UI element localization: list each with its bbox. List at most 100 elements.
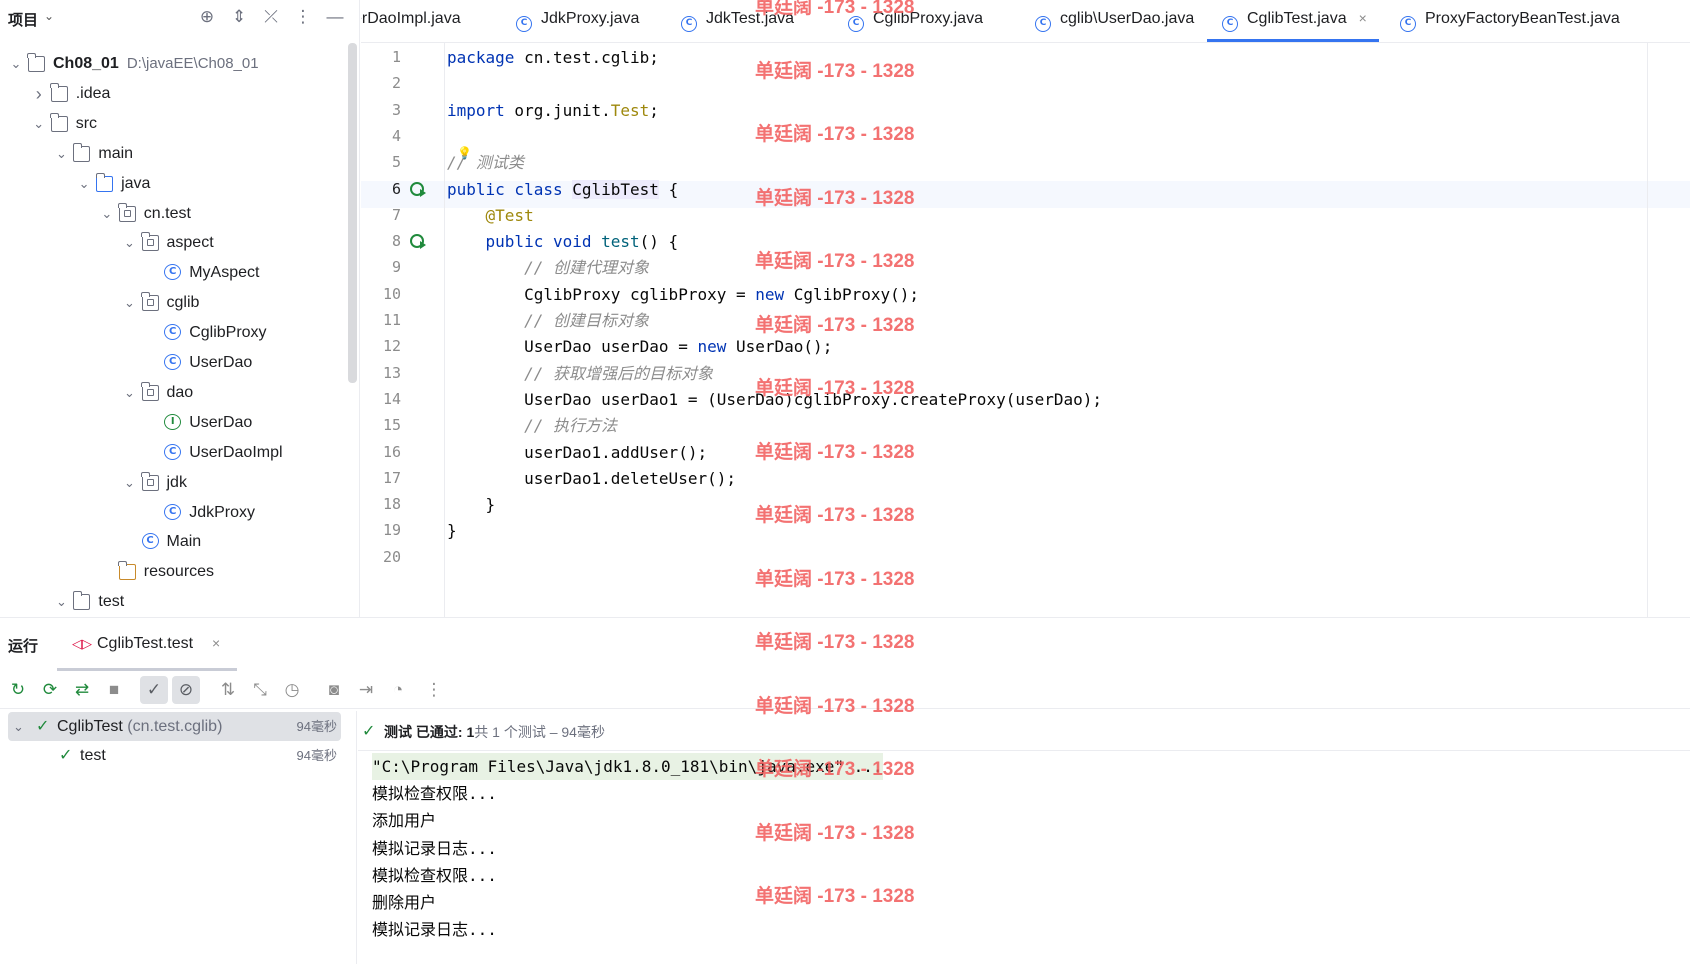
code-line: UserDao userDao1 = (UserDao)cglibProxy.c…	[447, 386, 1102, 413]
screenshot-icon[interactable]: ◙	[320, 676, 348, 704]
chevron-down-icon[interactable]: ⌄	[54, 139, 68, 169]
chevron-down-icon[interactable]: ⌄	[32, 109, 46, 139]
test-result-row[interactable]: ✓ test 94毫秒	[8, 741, 341, 770]
code-token: UserDao userDao =	[447, 337, 698, 357]
tree-item-label: cn.test	[144, 199, 191, 229]
stop-icon[interactable]: ■	[100, 676, 128, 704]
tree-scrollbar[interactable]	[348, 43, 357, 383]
lightbulb-icon[interactable]: 💡	[457, 146, 472, 160]
tree-item[interactable]: › .idea	[0, 79, 348, 109]
tree-item[interactable]: ⌄ test	[0, 587, 348, 617]
tree-item[interactable]: C JdkProxy	[0, 498, 348, 528]
run-test-icon[interactable]	[409, 232, 427, 250]
test-package: (cn.test.cglib)	[127, 718, 223, 735]
chevron-down-icon[interactable]: ⌄	[123, 468, 137, 498]
code-token: }	[447, 521, 457, 541]
editor-tab[interactable]: erDaoImpl.java	[361, 0, 483, 42]
tree-item-label: Ch08_01 D:\javaEE\Ch08_01	[53, 49, 259, 79]
show-passed-icon[interactable]: ✓	[140, 676, 168, 704]
tree-item[interactable]: ⌄ cglib	[0, 288, 348, 318]
tree-item[interactable]: ⌄ cn.test	[0, 199, 348, 229]
tree-item[interactable]: ⌄ src	[0, 109, 348, 139]
export-icon[interactable]: ⇥	[352, 676, 380, 704]
tree-item[interactable]: C CglibProxy	[0, 318, 348, 348]
test-result-row[interactable]: ⌄ ✓ CglibTest (cn.test.cglib) 94毫秒	[8, 712, 341, 741]
tree-item-name: .idea	[75, 84, 111, 102]
run-title[interactable]: 运行	[8, 635, 38, 656]
chevron-down-icon[interactable]: ⌄	[54, 587, 68, 617]
run-tab[interactable]: ◁▷ CglibTest.test ×	[57, 618, 237, 671]
chevron-down-icon[interactable]: ⌄	[13, 712, 24, 741]
editor-tab[interactable]: C ProxyFactoryBeanTest.java	[1385, 0, 1625, 42]
tree-item-name: test	[98, 593, 125, 611]
tree-item[interactable]: I UserDao	[0, 408, 348, 438]
rerun-icon[interactable]: ↻	[4, 676, 32, 704]
code-line: UserDao userDao = new UserDao();	[447, 333, 832, 360]
code-token: UserDao userDao1 = (UserDao)cglibProxy.c…	[447, 389, 1103, 409]
project-title[interactable]: 项目	[8, 9, 38, 30]
package-icon	[140, 381, 159, 401]
editor-tab[interactable]: C JdkProxy.java	[501, 0, 641, 42]
editor-tab[interactable]: C CglibTest.java ×	[1207, 0, 1379, 42]
collapse-all-icon[interactable]: ⤫	[260, 6, 282, 28]
editor-tab[interactable]: C JdkTest.java	[666, 0, 816, 42]
chevron-down-icon[interactable]: ⌄	[77, 169, 91, 199]
hide-panel-icon[interactable]: —	[324, 6, 346, 28]
line-number: 6	[391, 179, 401, 198]
tree-item[interactable]: C UserDao	[0, 348, 348, 378]
code-token: userDao1.deleteUser();	[447, 468, 736, 488]
chevron-down-icon[interactable]: ⌄	[123, 228, 137, 258]
package-icon	[140, 232, 159, 252]
run-panel: 运行 ◁▷ CglibTest.test × ↻ ⟳ ⇄ ■ ✓ ⊘ ⇅ ⤡ ◷ ◙ ⇥ ◔ ⋮ ⌄ ✓ C…	[0, 617, 1690, 964]
tree-item[interactable]: ⌄ jdk	[0, 468, 348, 498]
tree-item[interactable]: ⌄ Ch08_01 D:\javaEE\Ch08_01	[0, 49, 348, 79]
collapse-icon[interactable]: ⤡	[246, 676, 274, 704]
chevron-down-icon[interactable]: ⌄	[44, 9, 54, 23]
tree-item[interactable]: C UserDaoImpl	[0, 438, 348, 468]
chevron-down-icon[interactable]: ⌄	[123, 288, 137, 318]
chevron-down-icon[interactable]: ⌄	[123, 378, 137, 408]
tree-item[interactable]: resources	[0, 557, 348, 587]
line-number: 17	[382, 468, 401, 487]
chevron-down-icon[interactable]: ⌄	[100, 199, 114, 229]
editor-tab[interactable]: Ccglib\UserDao.java	[1020, 0, 1194, 42]
tree-item-name: dao	[166, 383, 194, 401]
tree-item[interactable]: C MyAspect	[0, 258, 348, 288]
package-icon	[140, 292, 159, 312]
locate-icon[interactable]: ⊕	[196, 6, 218, 28]
tree-item-name: main	[98, 144, 134, 162]
tree-item-label: Main	[167, 527, 202, 557]
code-token: org.junit.	[504, 100, 611, 120]
tree-item[interactable]: ⌄ main	[0, 139, 348, 169]
tree-item[interactable]: ⌄ java	[0, 169, 348, 199]
editor-tab[interactable]: C CglibProxy.java	[833, 0, 993, 42]
sort-icon[interactable]: ⇅	[214, 676, 242, 704]
check-icon: ✓	[36, 718, 50, 735]
close-icon[interactable]: ×	[212, 635, 220, 651]
expand-all-icon[interactable]: ⇕	[228, 6, 250, 28]
chevron-down-icon[interactable]: ⌄	[9, 49, 23, 79]
more-icon[interactable]: ⋮	[420, 676, 448, 704]
history-icon[interactable]: ◷	[278, 676, 306, 704]
check-icon: ✓	[59, 747, 73, 764]
line-number: 16	[382, 442, 401, 461]
console-output[interactable]: "C:\Program Files\Java\jdk1.8.0_181\bin\…	[358, 752, 1690, 964]
tree-item-label: UserDao	[189, 408, 252, 438]
run-test-icon[interactable]	[409, 180, 427, 198]
chevron-right-icon[interactable]: ›	[32, 79, 46, 109]
rerun-failed-icon[interactable]: ⟳	[36, 676, 64, 704]
toggle-auto-test-icon[interactable]: ⇄	[68, 676, 96, 704]
line-number: 8	[391, 232, 401, 251]
code-line: public class CglibTest {	[447, 176, 678, 203]
tree-item[interactable]: ⌄ dao	[0, 378, 348, 408]
tree-item[interactable]: C Main	[0, 527, 348, 557]
close-icon[interactable]: ×	[1359, 10, 1367, 26]
tree-item-label: test	[98, 587, 124, 617]
more-options-icon[interactable]: ⋮	[292, 6, 314, 28]
class-icon: C	[164, 503, 182, 520]
tree-item[interactable]: ⌄ aspect	[0, 228, 348, 258]
code-editor[interactable]: 1 package cn.test.cglib; 2 3 import org.juni…	[361, 43, 1690, 617]
gauge-icon[interactable]: ◔	[384, 676, 412, 704]
show-ignored-icon[interactable]: ⊘	[172, 676, 200, 704]
